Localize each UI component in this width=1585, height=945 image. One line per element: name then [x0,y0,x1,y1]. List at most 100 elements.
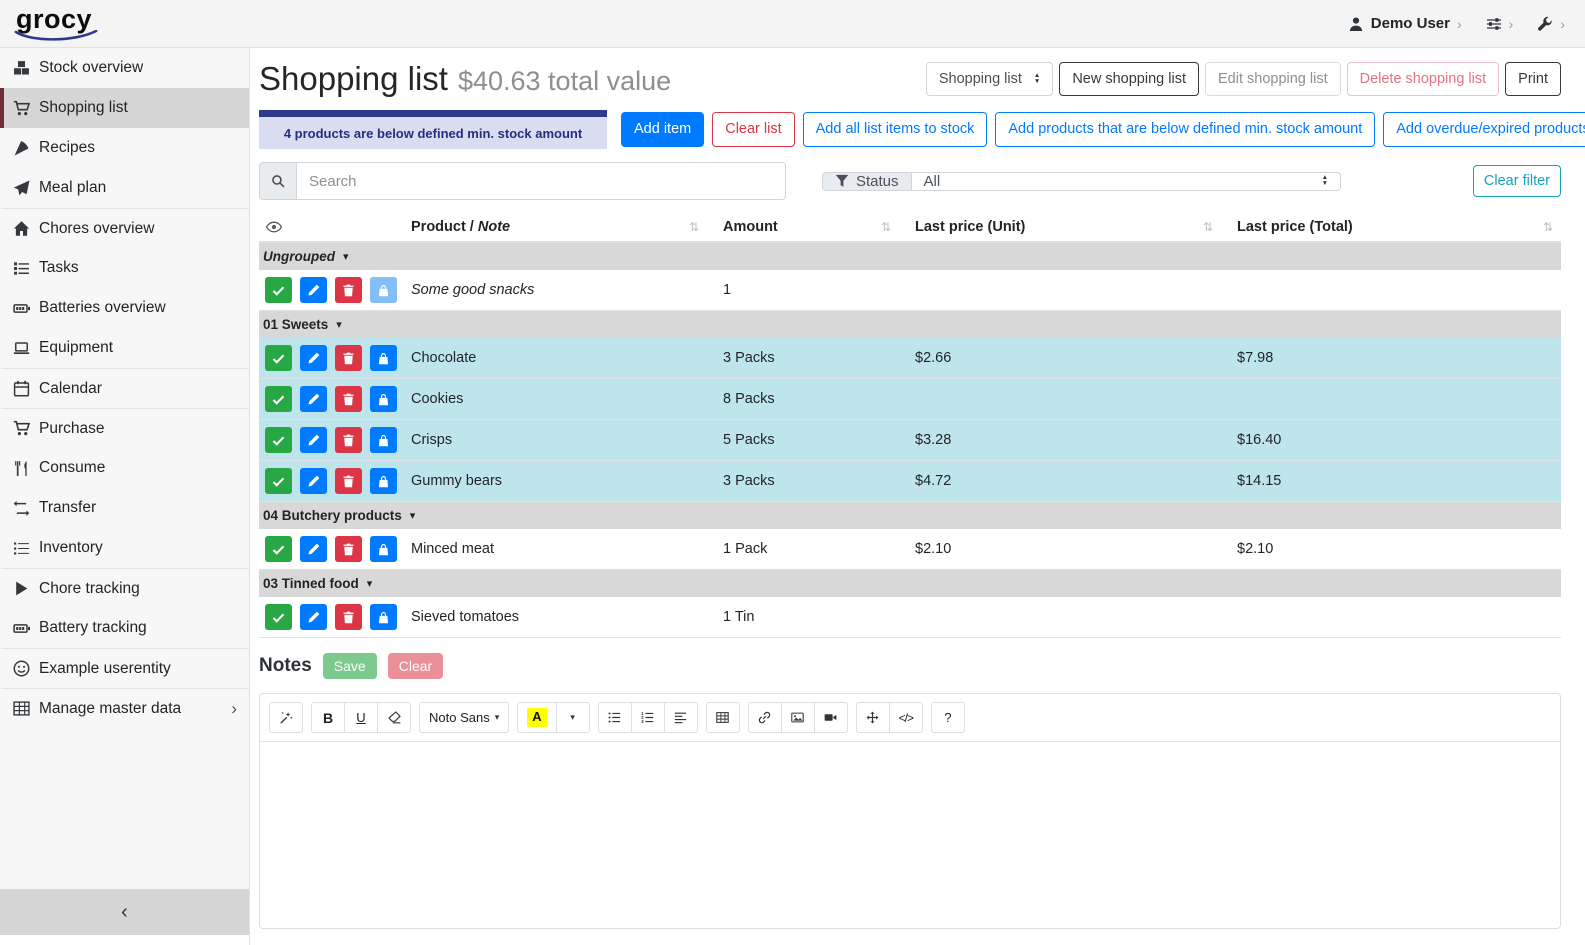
delete-item-button[interactable] [335,468,362,494]
delete-item-button[interactable] [335,604,362,630]
add-to-stock-button[interactable] [370,604,397,630]
editor-font-color-button[interactable]: A [517,702,556,733]
edit-item-button[interactable] [300,604,327,630]
notes-save-button[interactable]: Save [323,653,377,679]
edit-item-button[interactable] [300,468,327,494]
edit-item-button[interactable] [300,427,327,453]
sidebar-item-transfer[interactable]: Transfer [0,488,249,528]
eraser-icon [388,711,401,724]
editor-table-button[interactable] [706,702,740,733]
add-all-to-stock-button[interactable]: Add all list items to stock [803,112,988,146]
delete-item-button[interactable] [335,345,362,371]
column-header-product[interactable]: Product / Note ⇅ [409,214,721,241]
sidebar: Stock overview Shopping list Recipes Mea… [0,48,250,945]
group-header-04-butchery-products[interactable]: 04 Butchery products ▾ [259,502,1561,529]
editor-clear-format-button[interactable] [377,702,411,733]
mark-done-button[interactable] [265,386,292,412]
edit-item-button[interactable] [300,536,327,562]
add-overdue-button[interactable]: Add overdue/expired products [1383,112,1585,146]
clear-list-button[interactable]: Clear list [712,112,794,146]
add-to-stock-button[interactable] [370,468,397,494]
add-to-stock-button[interactable] [370,427,397,453]
status-filter-select[interactable]: All ▲▼ [912,172,1341,191]
grocy-logo[interactable]: grocy [14,4,98,43]
add-to-stock-button[interactable] [370,277,397,303]
laptop-icon [13,340,30,357]
notes-editor-content[interactable] [260,742,1560,929]
editor-font-name-button[interactable]: Noto Sans ▾ [419,702,509,733]
delete-item-button[interactable] [335,386,362,412]
mark-done-button[interactable] [265,536,292,562]
sidebar-item-stock-overview[interactable]: Stock overview [0,48,249,88]
mark-done-button[interactable] [265,345,292,371]
add-item-button[interactable]: Add item [621,112,704,146]
sidebar-item-chores-overview[interactable]: Chores overview [0,208,249,248]
mark-done-button[interactable] [265,604,292,630]
settings-menu[interactable]: › [1486,16,1514,32]
add-to-stock-button[interactable] [370,386,397,412]
group-header-ungrouped[interactable]: Ungrouped ▾ [259,243,1561,270]
notes-clear-button[interactable]: Clear [388,653,443,679]
toggle-done-items-eye-icon[interactable] [259,214,409,241]
mark-done-button[interactable] [265,468,292,494]
editor-picture-button[interactable] [781,702,815,733]
sidebar-item-example-userentity[interactable]: Example userentity [0,648,249,688]
editor-codeview-button[interactable]: </> [889,702,923,733]
delete-item-button[interactable] [335,277,362,303]
shopping-list-select[interactable]: Shopping list ▲▼ [926,62,1053,96]
editor-help-button[interactable]: ? [931,702,965,733]
editor-video-button[interactable] [814,702,848,733]
add-below-min-stock-button[interactable]: Add products that are below defined min.… [995,112,1375,146]
editor-paragraph-button[interactable] [664,702,698,733]
sidebar-item-inventory[interactable]: Inventory [0,528,249,568]
editor-font-color-dropdown[interactable]: ▾ [556,702,590,733]
shopping-list-table: Product / Note ⇅ Amount ⇅ Last price (Un… [259,214,1561,638]
sidebar-item-equipment[interactable]: Equipment [0,328,249,368]
mark-done-button[interactable] [265,277,292,303]
editor-style-button[interactable] [269,702,303,733]
editor-ordered-list-button[interactable] [631,702,665,733]
sidebar-item-battery-tracking[interactable]: Battery tracking [0,608,249,648]
sidebar-collapse-button[interactable]: ‹ [0,889,249,935]
search-input[interactable] [297,162,786,200]
edit-item-button[interactable] [300,386,327,412]
add-to-stock-button[interactable] [370,536,397,562]
admin-menu[interactable]: › [1537,16,1565,32]
sidebar-item-tasks[interactable]: Tasks [0,248,249,288]
sidebar-item-batteries-overview[interactable]: Batteries overview [0,288,249,328]
delete-item-button[interactable] [335,427,362,453]
editor-fullscreen-button[interactable] [856,702,890,733]
sidebar-item-recipes[interactable]: Recipes [0,128,249,168]
delete-item-button[interactable] [335,536,362,562]
edit-item-button[interactable] [300,277,327,303]
sidebar-item-purchase[interactable]: Purchase [0,408,249,448]
editor-underline-button[interactable]: U [344,702,378,733]
sidebar-item-shopping-list[interactable]: Shopping list [0,88,249,128]
mark-done-button[interactable] [265,427,292,453]
sidebar-item-meal-plan[interactable]: Meal plan [0,168,249,208]
chevron-right-icon: › [1560,17,1565,31]
edit-item-button[interactable] [300,345,327,371]
delete-shopping-list-button[interactable]: Delete shopping list [1347,62,1500,96]
editor-link-button[interactable] [748,702,782,733]
group-header-01-sweets[interactable]: 01 Sweets ▾ [259,311,1561,338]
sidebar-item-chore-tracking[interactable]: Chore tracking [0,568,249,608]
clear-filter-button[interactable]: Clear filter [1473,165,1561,197]
add-to-stock-button[interactable] [370,345,397,371]
picture-icon [791,711,804,724]
new-shopping-list-button[interactable]: New shopping list [1059,62,1199,96]
user-menu[interactable]: Demo User › [1348,15,1462,32]
check-icon [272,393,285,406]
editor-bold-button[interactable]: B [311,702,345,733]
editor-unordered-list-button[interactable] [598,702,632,733]
column-header-last-price-total[interactable]: Last price (Total) ⇅ [1235,214,1561,241]
edit-shopping-list-button[interactable]: Edit shopping list [1205,62,1341,96]
print-button[interactable]: Print [1505,62,1561,96]
sidebar-item-calendar[interactable]: Calendar [0,368,249,408]
column-header-amount[interactable]: Amount ⇅ [721,214,913,241]
sidebar-item-consume[interactable]: Consume [0,448,249,488]
group-header-03-tinned-food[interactable]: 03 Tinned food ▾ [259,570,1561,597]
sidebar-item-manage-master-data[interactable]: Manage master data › [0,688,249,728]
row-actions [259,345,409,371]
column-header-last-price-unit[interactable]: Last price (Unit) ⇅ [913,214,1235,241]
